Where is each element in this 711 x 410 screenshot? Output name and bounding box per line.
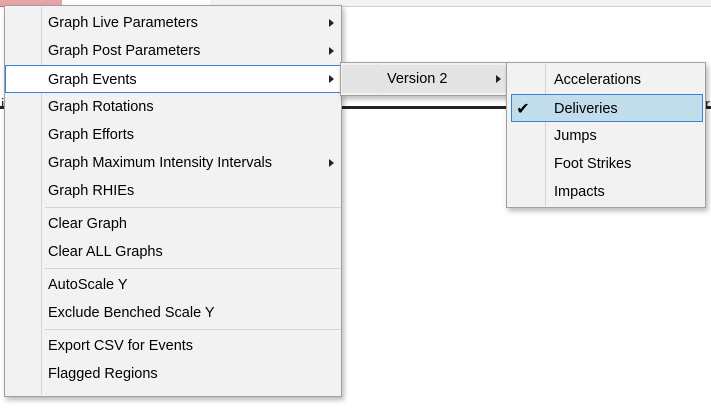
menu-item-graph-rhies[interactable]: Graph RHIEs: [5, 177, 341, 205]
menu-item-label: Jumps: [554, 128, 597, 144]
menu-item-accelerations[interactable]: Accelerations: [507, 66, 705, 94]
menu-item-label: Clear ALL Graphs: [48, 244, 163, 260]
context-menu: Graph Live Parameters Graph Post Paramet…: [4, 5, 342, 397]
menu-item-graph-rotations[interactable]: Graph Rotations: [5, 93, 341, 121]
menu-item-label: Graph RHIEs: [48, 183, 135, 199]
menu-item-label: Foot Strikes: [554, 156, 632, 172]
app-window: i r Graph Live Parameters Graph Post Par…: [0, 0, 711, 410]
menu-item-jumps[interactable]: Jumps: [507, 122, 705, 150]
menu-item-label: Graph Rotations: [48, 99, 154, 115]
menu-item-label: Graph Events: [48, 72, 137, 88]
menu-item-label: Exclude Benched Scale Y: [48, 305, 215, 321]
menu-item-autoscale-y[interactable]: AutoScale Y: [5, 271, 341, 299]
menu-item-label: Impacts: [554, 184, 605, 200]
menu-item-clear-graph[interactable]: Clear Graph: [5, 210, 341, 238]
version-2-submenu: Accelerations ✔ Deliveries Jumps Foot St…: [506, 62, 706, 208]
menu-separator: [45, 268, 341, 269]
submenu-arrow-icon: [329, 47, 334, 55]
menu-item-label: Deliveries: [554, 101, 618, 117]
menu-item-graph-events[interactable]: Graph Events: [5, 65, 341, 93]
menu-item-exclude-benched-scale-y[interactable]: Exclude Benched Scale Y: [5, 299, 341, 327]
menu-item-version-2[interactable]: Version 2: [342, 65, 510, 93]
menu-item-graph-maximum-intensity-intervals[interactable]: Graph Maximum Intensity Intervals: [5, 149, 341, 177]
menu-item-graph-live-parameters[interactable]: Graph Live Parameters: [5, 9, 341, 37]
menu-item-label: Accelerations: [554, 72, 642, 88]
menu-item-label: Graph Post Parameters: [48, 43, 201, 59]
menu-item-graph-efforts[interactable]: Graph Efforts: [5, 121, 341, 149]
menu-item-foot-strikes[interactable]: Foot Strikes: [507, 150, 705, 178]
menu-separator: [45, 329, 341, 330]
menu-item-label: Graph Live Parameters: [48, 15, 198, 31]
menu-item-label: Flagged Regions: [48, 366, 158, 382]
menu-item-deliveries[interactable]: ✔ Deliveries: [511, 94, 703, 122]
menu-item-label: Export CSV for Events: [48, 338, 194, 354]
menu-item-impacts[interactable]: Impacts: [507, 178, 705, 206]
menu-item-label: Graph Maximum Intensity Intervals: [48, 155, 273, 171]
submenu-arrow-icon: [329, 19, 334, 27]
graph-events-submenu: Version 2: [340, 62, 512, 96]
menu-item-graph-post-parameters[interactable]: Graph Post Parameters: [5, 37, 341, 65]
menu-item-clear-all-graphs[interactable]: Clear ALL Graphs: [5, 238, 341, 266]
submenu-arrow-icon: [329, 159, 334, 167]
menu-separator: [45, 207, 341, 208]
checkmark-icon: ✔: [516, 99, 530, 118]
menu-item-flagged-regions[interactable]: Flagged Regions: [5, 360, 341, 388]
menu-item-label: Version 2: [387, 71, 448, 87]
menu-item-label: Graph Efforts: [48, 127, 134, 143]
submenu-arrow-icon: [496, 75, 501, 83]
menu-item-label: Clear Graph: [48, 216, 127, 232]
submenu-arrow-icon: [329, 75, 334, 83]
menu-item-label: AutoScale Y: [48, 277, 128, 293]
menu-item-export-csv-for-events[interactable]: Export CSV for Events: [5, 332, 341, 360]
